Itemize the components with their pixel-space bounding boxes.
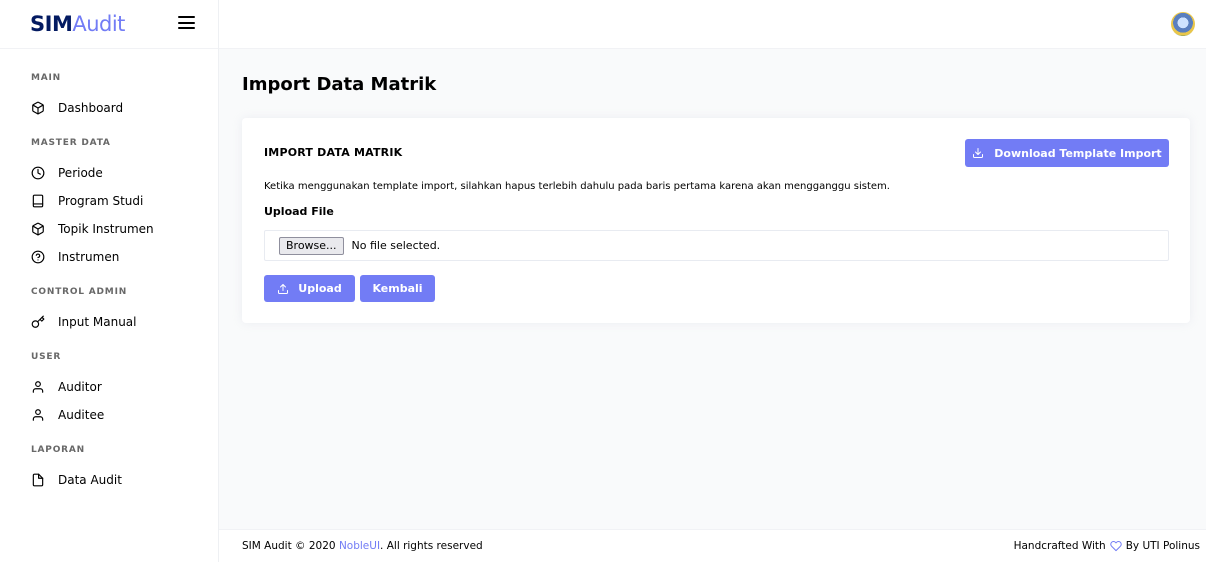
nobleui-link[interactable]: NobleUI: [339, 540, 380, 552]
download-template-button[interactable]: Download Template Import: [965, 139, 1169, 167]
nav-section-laporan: LAPORAN Data Audit: [0, 445, 218, 494]
user-icon: [31, 408, 45, 422]
avatar[interactable]: [1171, 12, 1195, 36]
sidebar-item-dashboard[interactable]: Dashboard: [0, 94, 218, 122]
import-card: IMPORT DATA MATRIK Download Template Imp…: [242, 118, 1190, 323]
menu-toggle-icon[interactable]: [178, 16, 195, 30]
help-circle-icon: [31, 250, 45, 264]
handcrafted-suffix: By UTI Polinus: [1125, 540, 1200, 552]
footer: SIM Audit © 2020 NobleUI. All rights res…: [219, 529, 1206, 562]
file-input[interactable]: Browse... No file selected.: [264, 230, 1169, 261]
main-content: Import Data Matrik IMPORT DATA MATRIK Do…: [219, 49, 1206, 529]
nav-section-master-data: MASTER DATA Periode Program Studi Topik …: [0, 138, 218, 271]
sidebar-item-instrumen[interactable]: Instrumen: [0, 243, 218, 271]
brand-light: Audit: [72, 12, 125, 36]
sidebar-item-label: Program Studi: [58, 194, 144, 208]
brand-logo[interactable]: SIMAudit: [30, 12, 125, 36]
brand-bar: SIMAudit: [0, 0, 218, 49]
nav-section-control-admin: CONTROL ADMIN Input Manual: [0, 287, 218, 336]
file-icon: [31, 473, 45, 487]
sidebar-item-label: Auditor: [58, 380, 102, 394]
key-icon: [31, 315, 45, 329]
sidebar-item-label: Dashboard: [58, 101, 124, 115]
card-title: IMPORT DATA MATRIK: [264, 146, 403, 159]
box-icon: [31, 101, 45, 115]
sidebar-item-input-manual[interactable]: Input Manual: [0, 308, 218, 336]
sidebar-item-label: Data Audit: [58, 473, 122, 487]
upload-button[interactable]: Upload: [264, 275, 355, 302]
upload-label: Upload: [298, 282, 342, 295]
download-template-label: Download Template Import: [994, 146, 1162, 160]
browse-button[interactable]: Browse...: [279, 236, 344, 255]
sidebar-item-label: Periode: [58, 166, 103, 180]
box-icon: [31, 222, 45, 236]
tablet-icon: [31, 194, 45, 208]
handcrafted-text: Handcrafted With By UTI Polinus: [1014, 540, 1200, 552]
import-description: Ketika menggunakan template import, sila…: [264, 181, 890, 192]
user-icon: [31, 380, 45, 394]
nav-section-user: USER Auditor Auditee: [0, 352, 218, 429]
section-label: CONTROL ADMIN: [31, 287, 128, 297]
top-navbar: [219, 0, 1206, 49]
copyright-suffix: . All rights reserved: [380, 540, 483, 552]
copyright-prefix: SIM Audit © 2020: [242, 540, 339, 552]
upload-file-label: Upload File: [264, 205, 334, 218]
upload-icon: [278, 283, 289, 294]
sidebar: SIMAudit MAIN Dashboard MASTER DATA Peri…: [0, 0, 219, 562]
page-title: Import Data Matrik: [242, 74, 437, 95]
sidebar-item-topik-instrumen[interactable]: Topik Instrumen: [0, 215, 218, 243]
copyright-text: SIM Audit © 2020 NobleUI. All rights res…: [242, 540, 483, 552]
back-button[interactable]: Kembali: [360, 275, 435, 302]
nav-section-main: MAIN Dashboard: [0, 73, 218, 122]
sidebar-item-auditor[interactable]: Auditor: [0, 373, 218, 401]
brand-bold: SIM: [30, 12, 73, 36]
sidebar-item-label: Input Manual: [58, 315, 137, 329]
download-icon: [973, 148, 984, 158]
section-label: LAPORAN: [31, 445, 85, 455]
clock-icon: [31, 166, 45, 180]
sidebar-item-periode[interactable]: Periode: [0, 159, 218, 187]
handcrafted-prefix: Handcrafted With: [1013, 540, 1106, 552]
sidebar-item-auditee[interactable]: Auditee: [0, 401, 218, 429]
section-label: MAIN: [31, 73, 62, 83]
section-label: USER: [31, 352, 62, 362]
sidebar-item-label: Instrumen: [58, 250, 120, 264]
sidebar-item-data-audit[interactable]: Data Audit: [0, 466, 218, 494]
sidebar-item-label: Topik Instrumen: [58, 222, 154, 236]
heart-icon: [1109, 541, 1122, 552]
file-status: No file selected.: [351, 239, 441, 252]
sidebar-item-label: Auditee: [58, 408, 105, 422]
section-label: MASTER DATA: [31, 138, 111, 148]
sidebar-nav: MAIN Dashboard MASTER DATA Periode Progr…: [0, 49, 218, 494]
sidebar-item-program-studi[interactable]: Program Studi: [0, 187, 218, 215]
